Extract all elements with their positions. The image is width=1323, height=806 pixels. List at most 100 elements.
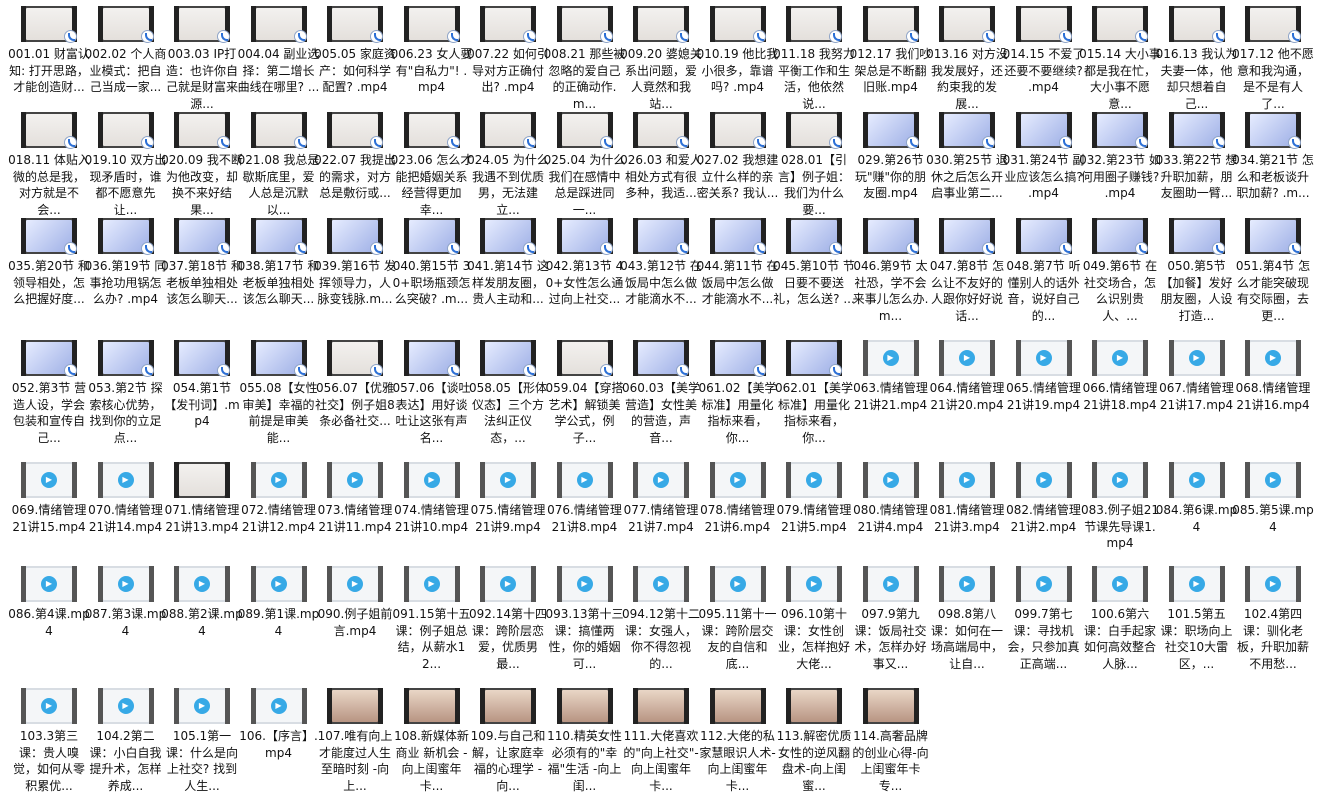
- file-item[interactable]: 114.高奢品牌的创业心得-向上闺蜜年卡专...: [850, 688, 932, 806]
- file-item[interactable]: 059.04【穿搭艺术】解锁美学公式，例子...: [544, 340, 626, 458]
- file-item[interactable]: ▶ 079.情绪管理21讲5.mp4: [773, 462, 855, 580]
- file-item[interactable]: ▶ 097.9第九课：饭局社交术，怎样办好事又...: [850, 566, 932, 684]
- file-item[interactable]: 051.第4节 怎么才能突破现有交际圈，去更...: [1232, 218, 1314, 336]
- file-item[interactable]: 003.03 IP打造：也许你自己就是财富来源...: [161, 6, 243, 124]
- file-item[interactable]: 108.新媒体新商业 新机会 -向上闺蜜年卡...: [391, 688, 473, 806]
- file-item[interactable]: ▶ 106.【序言】.mp4: [238, 688, 320, 806]
- file-item[interactable]: 052.第3节 营造人设，学会包装和宣传自己...: [8, 340, 90, 458]
- file-item[interactable]: ▶ 084.第6课.mp4: [1156, 462, 1238, 580]
- file-item[interactable]: 060.03【美学营造】女性美的营造，声音...: [620, 340, 702, 458]
- file-item[interactable]: 112.大佬的私家慧眼识人术-向上闺蜜年卡...: [697, 688, 779, 806]
- file-item[interactable]: ▶ 070.情绪管理21讲14.mp4: [85, 462, 167, 580]
- file-item[interactable]: 111.大佬喜欢的"向上社交"-向上闺蜜年卡...: [620, 688, 702, 806]
- file-item[interactable]: 033.第22节 想升职加薪，朋友圈助一臂...: [1156, 112, 1238, 230]
- file-item[interactable]: 019.10 双方出现矛盾时，谁都不愿意先让...: [85, 112, 167, 230]
- file-item[interactable]: ▶ 103.3第三课：贵人嗅觉，如何从零积累优...: [8, 688, 90, 806]
- file-item[interactable]: ▶ 094.12第十二课：女强人，你不得忽视的...: [620, 566, 702, 684]
- file-item[interactable]: 056.07【优雅社交】例子姐8条必备社交...: [314, 340, 396, 458]
- file-item[interactable]: ▶ 075.情绪管理21讲9.mp4: [467, 462, 549, 580]
- file-item[interactable]: 017.12 他不愿意和我沟通，是不是有人了...: [1232, 6, 1314, 124]
- file-item[interactable]: 047.第8节 怎么让不友好的人跟你好好说话...: [926, 218, 1008, 336]
- file-item[interactable]: ▶ 063.情绪管理21讲21.mp4: [850, 340, 932, 458]
- file-item[interactable]: 028.01【引言】例子姐：我们为什么要...: [773, 112, 855, 230]
- file-item[interactable]: 027.02 我想建立什么样的亲密关系? 我认...: [697, 112, 779, 230]
- file-item[interactable]: 040.第15节 30+职场瓶颈怎么突破? .m...: [391, 218, 473, 336]
- file-item[interactable]: ▶ 091.15第十五课：例子姐总结，从薪水12...: [391, 566, 473, 684]
- file-item[interactable]: ▶ 080.情绪管理21讲4.mp4: [850, 462, 932, 580]
- file-item[interactable]: 030.第25节 退休之后怎么开启事业第二...: [926, 112, 1008, 230]
- file-item[interactable]: ▶ 090.例子姐前言.mp4: [314, 566, 396, 684]
- file-item[interactable]: 029.第26节 玩"赚"你的朋友圈.mp4: [850, 112, 932, 230]
- file-item[interactable]: 021.08 我总是歇斯底里，爱人总是沉默以...: [238, 112, 320, 230]
- file-item[interactable]: 071.情绪管理21讲13.mp4: [161, 462, 243, 580]
- file-item[interactable]: 014.15 不爱了还要不要继续? .mp4: [1003, 6, 1085, 124]
- file-item[interactable]: ▶ 101.5第五课：职场向上社交10大雷区，...: [1156, 566, 1238, 684]
- file-item[interactable]: ▶ 085.第5课.mp4: [1232, 462, 1314, 580]
- file-item[interactable]: 004.04 副业选择：第二增长曲线在哪里? ...: [238, 6, 320, 124]
- file-item[interactable]: 016.13 我认为夫妻一体，他却只想着自己...: [1156, 6, 1238, 124]
- file-item[interactable]: ▶ 078.情绪管理21讲6.mp4: [697, 462, 779, 580]
- file-item[interactable]: 001.01 财富认知: 打开思路，才能创造财...: [8, 6, 90, 124]
- file-item[interactable]: 062.01【美学标准】用量化指标来看，你...: [773, 340, 855, 458]
- file-item[interactable]: 048.第7节 听懂别人的话外音，说好自己的...: [1003, 218, 1085, 336]
- file-item[interactable]: ▶ 102.4第四课：驯化老板，升职加薪不用愁...: [1232, 566, 1314, 684]
- file-item[interactable]: ▶ 104.2第二课：小白自我提升术，怎样养成...: [85, 688, 167, 806]
- file-item[interactable]: ▶ 069.情绪管理21讲15.mp4: [8, 462, 90, 580]
- file-item[interactable]: ▶ 067.情绪管理21讲17.mp4: [1156, 340, 1238, 458]
- file-item[interactable]: 039.第16节 发挥领导力，人脉变钱脉.m...: [314, 218, 396, 336]
- file-item[interactable]: ▶ 096.10第十课：女性创业，怎样抱好大佬...: [773, 566, 855, 684]
- file-item[interactable]: ▶ 081.情绪管理21讲3.mp4: [926, 462, 1008, 580]
- file-item[interactable]: ▶ 092.14第十四课：跨阶层恋爱，优质男最...: [467, 566, 549, 684]
- file-item[interactable]: ▶ 089.第1课.mp4: [238, 566, 320, 684]
- file-item[interactable]: 049.第6节 在社交场合，怎么识别贵人、...: [1079, 218, 1161, 336]
- file-item[interactable]: ▶ 100.6第六课：白手起家如何高效整合人脉...: [1079, 566, 1161, 684]
- file-item[interactable]: ▶ 087.第3课.mp4: [85, 566, 167, 684]
- file-item[interactable]: 015.14 大小事都是我在忙，大小事不愿意...: [1079, 6, 1161, 124]
- file-item[interactable]: 022.07 我提出的需求，对方总是敷衍或...: [314, 112, 396, 230]
- file-item[interactable]: 008.21 那些被忽略的爱自己的正确动作.m...: [544, 6, 626, 124]
- file-item[interactable]: 020.09 我不断为他改变，却换不来好结果...: [161, 112, 243, 230]
- file-item[interactable]: ▶ 098.8第八课：如何在一场高端局中，让自...: [926, 566, 1008, 684]
- file-item[interactable]: 109.与自己和解，让家庭幸福的心理学 -向...: [467, 688, 549, 806]
- file-item[interactable]: 113.解密优质女性的逆风翻盘术-向上闺蜜...: [773, 688, 855, 806]
- file-item[interactable]: 013.16 对方没我发展好，还約束我的发展...: [926, 6, 1008, 124]
- file-item[interactable]: 018.11 体贴入微的总是我，对方就是不会...: [8, 112, 90, 230]
- file-item[interactable]: 031.第24节 副业应该怎么搞? .mp4: [1003, 112, 1085, 230]
- file-item[interactable]: ▶ 082.情绪管理21讲2.mp4: [1003, 462, 1085, 580]
- file-item[interactable]: 034.第21节 怎么和老板谈升职加薪? .m...: [1232, 112, 1314, 230]
- file-item[interactable]: 043.第12节 在饭局中怎么做才能滴水不...: [620, 218, 702, 336]
- file-item[interactable]: ▶ 088.第2课.mp4: [161, 566, 243, 684]
- file-item[interactable]: 058.05【形体仪态】三个方法纠正仪态，...: [467, 340, 549, 458]
- file-item[interactable]: 053.第2节 探索核心优势，找到你的立足点...: [85, 340, 167, 458]
- file-item[interactable]: 010.19 他比我小很多，靠谱吗? .mp4: [697, 6, 779, 124]
- file-item[interactable]: 005.05 家庭资产：如何科学配置? .mp4: [314, 6, 396, 124]
- file-item[interactable]: ▶ 074.情绪管理21讲10.mp4: [391, 462, 473, 580]
- file-item[interactable]: 002.02 个人商业模式：把自己当成一家...: [85, 6, 167, 124]
- file-item[interactable]: 024.05 为什么我遇不到优质男，无法建立...: [467, 112, 549, 230]
- file-item[interactable]: ▶ 073.情绪管理21讲11.mp4: [314, 462, 396, 580]
- file-item[interactable]: ▶ 076.情绪管理21讲8.mp4: [544, 462, 626, 580]
- file-item[interactable]: 041.第14节 这样发朋友圈，贵人主动和...: [467, 218, 549, 336]
- file-item[interactable]: 011.18 我努力平衡工作和生活，他依然说...: [773, 6, 855, 124]
- file-item[interactable]: 035.第20节 和领导相处，怎么把握好度...: [8, 218, 90, 336]
- file-item[interactable]: 025.04 为什么我们在感情中总是踩进同一...: [544, 112, 626, 230]
- file-item[interactable]: 007.22 如何引导对方正确付出? .mp4: [467, 6, 549, 124]
- file-item[interactable]: ▶ 099.7第七课：寻找机会，只参加真正高端...: [1003, 566, 1085, 684]
- file-item[interactable]: 050.第5节【加餐】发好朋友圈，人设打造...: [1156, 218, 1238, 336]
- file-item[interactable]: 006.23 女人要有"自私力"! .mp4: [391, 6, 473, 124]
- file-item[interactable]: ▶ 083.例子姐21节课先导课1.mp4: [1079, 462, 1161, 580]
- file-item[interactable]: ▶ 065.情绪管理21讲19.mp4: [1003, 340, 1085, 458]
- file-item[interactable]: 036.第19节 同事抢功甩锅怎么办? .mp4: [85, 218, 167, 336]
- file-item[interactable]: 110.精英女性必须有的"幸福"生活 -向上闺...: [544, 688, 626, 806]
- file-item[interactable]: 046.第9节 太社恐，学不会来事儿怎么办.m...: [850, 218, 932, 336]
- file-item[interactable]: ▶ 066.情绪管理21讲18.mp4: [1079, 340, 1161, 458]
- file-item[interactable]: 037.第18节 和老板单独相处该怎么聊天...: [161, 218, 243, 336]
- file-item[interactable]: 044.第11节 在饭局中怎么做才能滴水不...: [697, 218, 779, 336]
- file-item[interactable]: 032.第23节 如何用圈子赚钱? .mp4: [1079, 112, 1161, 230]
- file-item[interactable]: ▶ 095.11第十一课：跨阶层交友的自信和底...: [697, 566, 779, 684]
- file-item[interactable]: 023.06 怎么才能把婚姻关系经营得更加幸...: [391, 112, 473, 230]
- file-item[interactable]: ▶ 077.情绪管理21讲7.mp4: [620, 462, 702, 580]
- file-item[interactable]: ▶ 068.情绪管理21讲16.mp4: [1232, 340, 1314, 458]
- file-item[interactable]: ▶ 072.情绪管理21讲12.mp4: [238, 462, 320, 580]
- file-item[interactable]: 055.08【女性审美】幸福的前提是审美能...: [238, 340, 320, 458]
